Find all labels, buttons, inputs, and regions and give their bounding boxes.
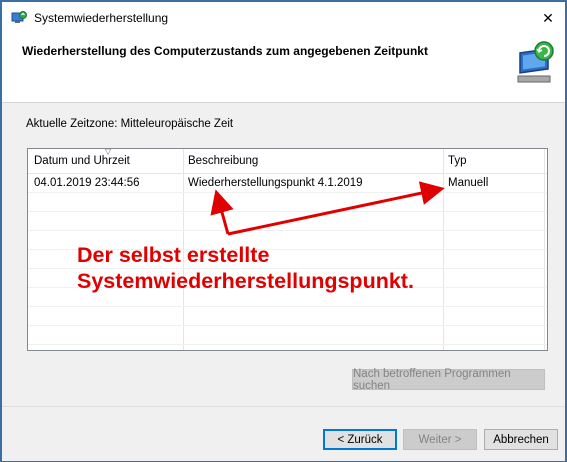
table-row (28, 326, 547, 345)
cell-date: 04.01.2019 23:44:56 (34, 177, 140, 189)
table-row (28, 307, 547, 326)
table-row (28, 212, 547, 231)
next-button[interactable]: Weiter > (403, 429, 477, 450)
timezone-label: Aktuelle Zeitzone: Mitteleuropäische Zei… (26, 118, 234, 130)
cell-description: Wiederherstellungspunkt 4.1.2019 (188, 177, 363, 189)
table-row[interactable]: 04.01.2019 23:44:56 Wiederherstellungspu… (28, 174, 547, 193)
page-title: Wiederherstellung des Computerzustands z… (22, 44, 428, 58)
dialog-window: Systemwiederherstellung ✕ Wiederherstell… (0, 0, 567, 462)
annotation-line-1: Der selbst erstellte (77, 243, 270, 267)
window-title: Systemwiederherstellung (34, 11, 169, 25)
wizard-header: Wiederherstellung des Computerzustands z… (2, 34, 565, 102)
column-header-type[interactable]: Typ (448, 155, 467, 167)
list-header: ▽ Datum und Uhrzeit Beschreibung Typ (28, 147, 547, 174)
column-header-description[interactable]: Beschreibung (188, 155, 258, 167)
annotation-text: Der selbst erstellte Systemwiederherstel… (77, 242, 414, 294)
back-button[interactable]: < Zurück (323, 429, 397, 450)
title-bar: Systemwiederherstellung ✕ (2, 2, 565, 34)
column-header-date[interactable]: Datum und Uhrzeit (34, 155, 130, 167)
system-restore-icon (11, 11, 27, 23)
scan-affected-programs-button[interactable]: Nach betroffenen Programmen suchen (352, 368, 545, 392)
close-button[interactable]: ✕ (531, 2, 565, 34)
computer-restore-icon (517, 41, 554, 83)
annotation-line-2: Systemwiederherstellungspunkt. (77, 269, 414, 293)
button-bar (2, 406, 565, 461)
table-row (28, 193, 547, 212)
close-icon: ✕ (542, 9, 554, 26)
cell-type: Manuell (448, 177, 489, 189)
cancel-button[interactable]: Abbrechen (484, 429, 558, 450)
